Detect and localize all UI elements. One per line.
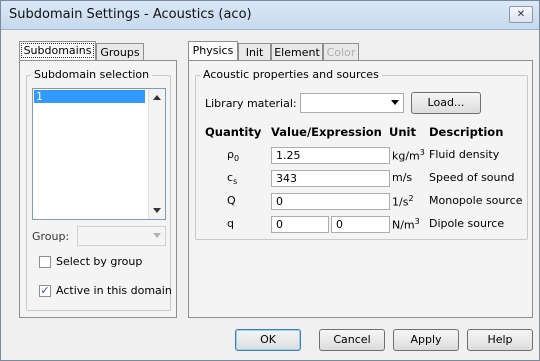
tab-element-label: Element [274,46,320,59]
list-item[interactable]: 1 [34,90,145,103]
listbox-scrollbar[interactable] [148,89,165,219]
cs-unit: m/s [392,171,413,184]
tab-element[interactable]: Element [271,43,323,61]
active-in-domain-label: Active in this domain [56,284,172,297]
active-in-domain-checkbox[interactable]: ✓ [39,285,51,297]
subdomains-panel: Subdomain selection 1 Group: Select by g… [19,60,177,318]
subdomain-selection-label: Subdomain selection [31,68,153,81]
ok-button[interactable]: OK [235,329,301,351]
Q-description: Monopole source [429,194,523,207]
header-value: Value/Expression [271,125,382,139]
cancel-button[interactable]: Cancel [319,329,385,351]
tab-subdomains[interactable]: Subdomains [19,41,96,61]
select-by-group-label: Select by group [56,255,143,268]
rho0-unit: kg/m3 [392,148,425,163]
q-input-y[interactable]: 0 [331,216,390,233]
physics-panel: Acoustic properties and sources Library … [188,60,533,318]
tab-physics[interactable]: Physics [188,41,238,61]
scroll-down-icon[interactable] [153,208,161,213]
header-unit: Unit [389,125,416,139]
tab-subdomains-label: Subdomains [20,43,95,58]
tab-init-label: Init [245,46,264,59]
subdomain-listbox[interactable]: 1 [32,88,166,220]
library-material-select[interactable] [300,93,404,113]
group-label: Group: [32,230,70,243]
quantity-Q: Q [227,194,236,207]
q-unit: N/m3 [392,217,420,232]
help-button[interactable]: Help [467,329,533,351]
rho0-input[interactable]: 1.25 [271,147,390,164]
tab-groups[interactable]: Groups [96,43,144,61]
quantity-q: q [227,217,234,230]
tab-color-label: Color [326,46,356,59]
rho0-description: Fluid density [429,148,500,161]
dialog-window: Subdomain Settings - Acoustics (aco) ✕ S… [0,0,540,361]
cs-input[interactable]: 343 [271,170,390,187]
chevron-down-icon [153,233,161,238]
close-icon[interactable]: ✕ [509,6,533,23]
quantity-rho0: ρ0 [227,148,240,164]
apply-button[interactable]: Apply [393,329,459,351]
cs-description: Speed of sound [429,171,515,184]
header-quantity: Quantity [205,125,262,139]
header-description: Description [429,125,504,139]
acoustic-properties-label: Acoustic properties and sources [200,68,382,81]
tab-color: Color [323,43,359,61]
load-button[interactable]: Load... [411,92,481,114]
chevron-down-icon [391,100,399,105]
window-title: Subdomain Settings - Acoustics (aco) [9,7,252,22]
select-by-group-checkbox[interactable] [39,256,51,268]
tab-init[interactable]: Init [238,43,271,61]
group-select[interactable] [77,226,166,246]
q-input-x[interactable]: 0 [271,216,329,233]
q-description: Dipole source [429,217,505,230]
Q-unit: 1/s2 [392,194,414,209]
tab-physics-label: Physics [192,44,234,57]
tab-groups-label: Groups [100,46,140,59]
title-bar: Subdomain Settings - Acoustics (aco) ✕ [1,1,539,30]
scroll-up-icon[interactable] [153,95,161,100]
quantity-cs: cs [227,171,238,187]
Q-input[interactable]: 0 [271,193,390,210]
library-material-label: Library material: [205,97,297,110]
